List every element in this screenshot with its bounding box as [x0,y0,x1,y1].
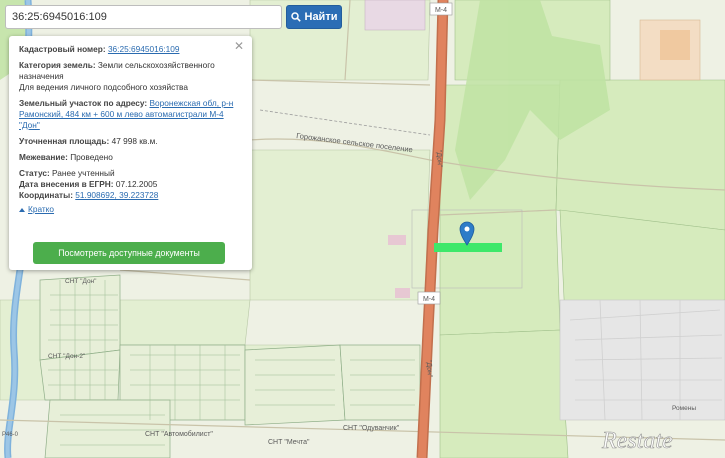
selected-parcel[interactable] [434,243,502,252]
status-row: Статус: Ранее учтенный [19,168,242,179]
parcel-info-panel: ✕ Кадастровый номер: 36:25:6945016:109 К… [9,36,252,270]
view-documents-button[interactable]: Посмотреть доступные документы [33,242,225,264]
address-row: Земельный участок по адресу: Воронежская… [19,98,242,131]
category-label: Категория земель: [19,60,96,70]
survey-label: Межевание: [19,152,68,162]
snt-don-label: СНТ "Дон" [65,278,97,285]
highway-name-lower: "Дон" [425,360,433,378]
coords-label: Координаты: [19,190,73,200]
area-label: Уточненная площадь: [19,136,110,146]
highway-shield-mid: М-4 [417,291,441,305]
romeny-label: Ромены [672,405,696,412]
search-box [5,5,282,29]
cadastral-label: Кадастровый номер: [19,44,106,54]
area-row: Уточненная площадь: 47 998 кв.м. [19,136,242,147]
area-value: 47 998 кв.м. [111,136,158,146]
search-button[interactable]: Найти [286,5,342,29]
snt-dream-label: СНТ "Мечта" [268,439,310,446]
category-row: Категория земель: Земли сельскохозяйстве… [19,60,242,93]
snt-auto-label: СНТ "Автомобилист" [145,430,213,438]
highway-shield-top: М-4 [429,2,453,16]
status-label: Статус: [19,168,50,178]
status-value: Ранее учтенный [52,168,115,178]
highway-name-upper: "Дон" [435,150,443,168]
watermark-logo: Restate [601,428,674,455]
date-row: Дата внесения в ЕГРН: 07.12.2005 [19,179,242,190]
snt-don2-label: СНТ "Дон-2" [48,353,86,360]
search-icon [290,12,301,22]
watermark-text: Restate [601,428,673,454]
search-button-label: Найти [304,11,338,23]
collapse-triangle-icon [19,207,25,212]
snt-odu-label: СНТ "Одуванчик" [343,425,400,432]
cadastral-row: Кадастровый номер: 36:25:6945016:109 [19,44,242,55]
close-icon[interactable]: ✕ [234,40,244,52]
collapse-link[interactable]: Кратко [19,204,242,215]
collapse-label[interactable]: Кратко [28,204,54,215]
survey-row: Межевание: Проведено [19,152,242,163]
search-input[interactable] [6,6,281,28]
survey-value: Проведено [70,152,113,162]
road-left-label: Р46-0 [2,432,19,438]
address-label: Земельный участок по адресу: [19,98,148,108]
land-use-value: Для ведения личного подсобного хозяйства [19,82,188,92]
highway-label-top: М-4 [435,7,447,14]
date-value: 07.12.2005 [115,179,158,189]
date-label: Дата внесения в ЕГРН: [19,179,114,189]
highway-label-mid: М-4 [423,296,435,303]
cadastral-link[interactable]: 36:25:6945016:109 [108,44,180,54]
coords-link[interactable]: 51.908692, 39.223728 [75,190,158,200]
coords-row: Координаты: 51.908692, 39.223728 [19,190,242,201]
